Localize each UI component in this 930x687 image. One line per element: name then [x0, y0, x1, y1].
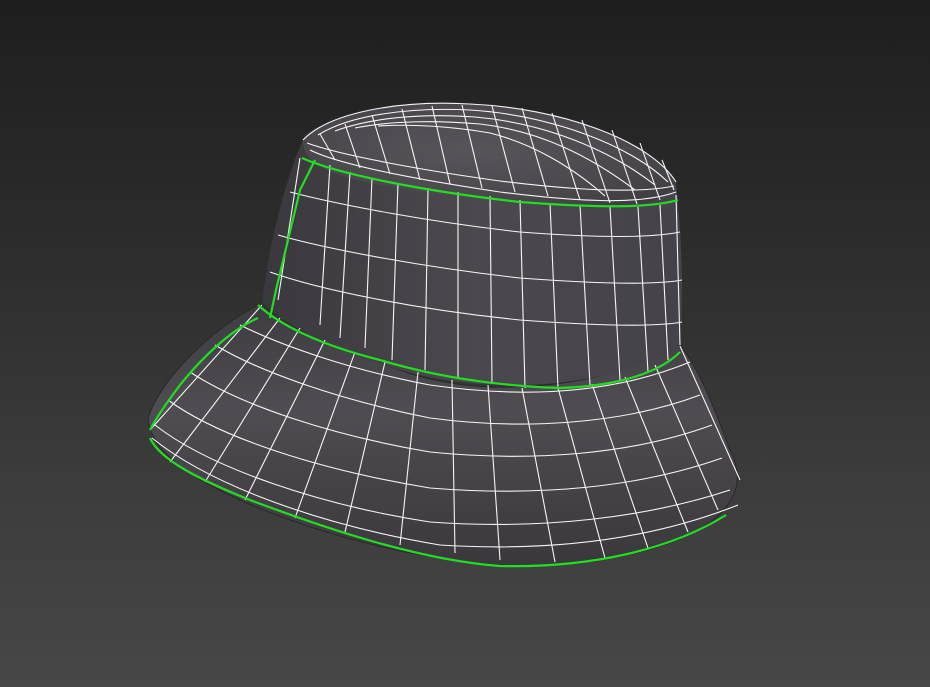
hat-mesh-render[interactable] — [0, 0, 930, 687]
3d-viewport[interactable] — [0, 0, 930, 687]
